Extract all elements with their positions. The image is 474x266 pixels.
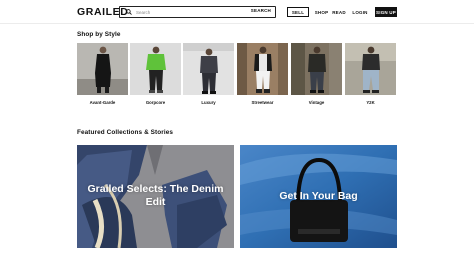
style-tile-vintage[interactable] [291,43,342,95]
luxury-photo [183,43,234,95]
search-button[interactable]: SEARCH [251,8,271,13]
search-icon [124,7,134,17]
streetwear-photo [237,43,288,95]
avant-garde-photo [77,43,128,95]
site-header: GRAILED SEARCH SELL SHOP READ LOGIN SIGN… [0,0,474,24]
search-input[interactable] [136,7,246,17]
sell-button[interactable]: SELL [287,7,309,17]
header-divider [0,23,474,24]
gorpcore-photo [130,43,181,95]
read-link[interactable]: READ [331,7,347,17]
login-link[interactable]: LOGIN [351,7,369,17]
shop-by-style-heading: Shop by Style [77,31,121,38]
style-tile-y2k[interactable] [345,43,396,95]
featured-heading: Featured Collections & Stories [77,129,174,136]
style-label-streetwear: Streetwear [251,100,274,105]
denim-edit-label: Grailed Selects: The Denim Edit [87,183,224,208]
y2k-photo [345,43,396,95]
sign-up-button[interactable]: SIGN UP [375,7,397,17]
style-label-gorpcore: Gorpcore [145,100,166,105]
style-label-luxury: Luxury [201,100,216,105]
style-label-y2k: Y2K [366,100,375,105]
feature-card-get-in-your-bag[interactable]: Get In Your Bag [240,145,397,248]
shop-link[interactable]: SHOP [314,7,329,17]
feature-card-denim-edit[interactable]: Grailed Selects: The Denim Edit [77,145,234,248]
style-tile-streetwear[interactable] [237,43,288,95]
search-bar[interactable]: SEARCH [119,6,276,18]
style-tile-avant-garde[interactable] [77,43,128,95]
style-tile-luxury[interactable] [183,43,234,95]
style-label-vintage: Vintage [308,100,325,105]
style-tile-gorpcore[interactable] [130,43,181,95]
style-label-avant-garde: Avant-Garde [89,100,116,105]
vintage-photo [291,43,342,95]
bag-label: Get In Your Bag [279,190,358,202]
